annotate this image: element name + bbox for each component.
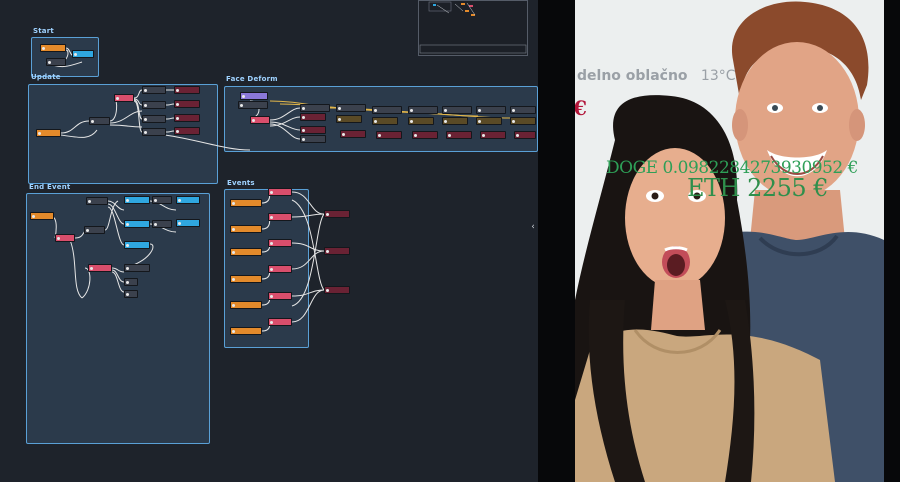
node-end-trigger[interactable] [30, 212, 54, 220]
node-deform-1d[interactable] [300, 135, 326, 143]
node-update-op-3[interactable] [142, 115, 166, 123]
node-deform-1a[interactable] [300, 104, 330, 112]
node-end-hide-1[interactable] [124, 196, 150, 204]
node-event-1[interactable] [230, 199, 262, 207]
node-event-toggle-3[interactable] [268, 239, 292, 247]
node-update-set-4[interactable] [174, 127, 200, 135]
node-deform-4a[interactable] [408, 106, 438, 114]
node-deform-1c[interactable] [300, 126, 326, 134]
node-deform-2c[interactable] [340, 130, 366, 138]
node-event-toggle-2[interactable] [268, 213, 292, 221]
node-update-set-2[interactable] [174, 100, 200, 108]
node-end-show-1[interactable] [176, 196, 200, 204]
node-end-show-2[interactable] [176, 219, 200, 227]
group-end-event[interactable] [26, 193, 210, 444]
node-deform-7a[interactable] [510, 106, 536, 114]
weather-location: delno oblačno [577, 68, 688, 84]
node-update-trigger[interactable] [36, 129, 61, 137]
node-deform-1b[interactable] [300, 113, 326, 121]
node-end-switch[interactable] [86, 197, 108, 205]
node-deform-4b[interactable] [408, 117, 434, 125]
group-events[interactable] [224, 189, 309, 348]
node-deform-3a[interactable] [372, 106, 402, 114]
node-deform-7b[interactable] [510, 117, 536, 125]
weather-temperature: 13°C [700, 68, 736, 84]
node-face-tracker[interactable] [240, 92, 268, 100]
group-title-update: Update [31, 73, 61, 81]
patch-editor-canvas[interactable]: Start Update Face Deform End Event Event… [0, 0, 538, 482]
weather-overlay: delno oblačno 13°C [577, 68, 736, 84]
node-deform-6c[interactable] [480, 131, 506, 139]
panel-divider[interactable] [538, 0, 575, 482]
node-event-toggle-5[interactable] [268, 292, 292, 300]
node-update-loop[interactable] [89, 117, 110, 125]
node-event-5[interactable] [230, 301, 262, 309]
node-update-set-3[interactable] [174, 114, 200, 122]
node-end-pulse[interactable] [55, 234, 75, 242]
node-deform-7c[interactable] [514, 131, 536, 139]
node-event-toggle-4[interactable] [268, 265, 292, 273]
node-start-trigger[interactable] [40, 44, 66, 52]
node-end-value-2[interactable] [152, 220, 172, 228]
node-event-output-2[interactable] [324, 247, 350, 255]
group-title-start: Start [33, 27, 54, 35]
node-deform-5c[interactable] [446, 131, 472, 139]
node-deform-3c[interactable] [376, 131, 402, 139]
node-end-value-1[interactable] [152, 196, 172, 204]
node-deform-3b[interactable] [372, 117, 398, 125]
node-event-3[interactable] [230, 248, 262, 256]
node-update-op-4[interactable] [142, 128, 166, 136]
group-title-end-event: End Event [29, 183, 71, 191]
node-end-counter[interactable] [88, 264, 112, 272]
node-update-set-1[interactable] [174, 86, 200, 94]
node-event-2[interactable] [230, 225, 262, 233]
node-face-unpack[interactable] [250, 116, 270, 124]
node-end-text-3[interactable] [124, 290, 138, 298]
node-face-source[interactable] [238, 101, 268, 109]
node-end-hide-3[interactable] [124, 241, 150, 249]
app-window: Start Update Face Deform End Event Event… [0, 0, 900, 482]
node-start-action[interactable] [72, 50, 94, 58]
node-update-op-1[interactable] [142, 86, 166, 94]
node-deform-5a[interactable] [442, 106, 472, 114]
euro-symbol: € [575, 96, 587, 120]
eth-ticker: ETH 2255 € [687, 174, 829, 202]
node-deform-2a[interactable] [336, 104, 366, 112]
node-deform-6a[interactable] [476, 106, 506, 114]
minimap-thumbnail [419, 1, 527, 54]
node-update-op-2[interactable] [142, 101, 166, 109]
node-end-hide-2[interactable] [124, 220, 150, 228]
node-start-value[interactable] [46, 58, 66, 66]
node-end-text-1[interactable] [124, 264, 150, 272]
group-title-face-deform: Face Deform [226, 75, 278, 83]
node-event-toggle-6[interactable] [268, 318, 292, 326]
node-deform-5b[interactable] [442, 117, 468, 125]
graph-minimap[interactable] [418, 0, 528, 56]
node-event-output-3[interactable] [324, 286, 350, 294]
node-deform-2b[interactable] [336, 115, 362, 123]
node-event-6[interactable] [230, 327, 262, 335]
node-deform-6b[interactable] [476, 117, 502, 125]
right-edge-bar [884, 0, 900, 482]
group-title-events: Events [227, 179, 255, 187]
collapse-arrow-icon[interactable]: ‹ [529, 222, 537, 232]
node-event-output-1[interactable] [324, 210, 350, 218]
node-deform-4c[interactable] [412, 131, 438, 139]
node-end-delay[interactable] [84, 226, 105, 234]
camera-preview: delno oblačno 13°C € DOGE 0.098228427393… [575, 0, 884, 482]
node-end-text-2[interactable] [124, 278, 138, 286]
node-update-get[interactable] [114, 94, 134, 102]
node-event-toggle-1[interactable] [268, 188, 292, 196]
node-event-4[interactable] [230, 275, 262, 283]
